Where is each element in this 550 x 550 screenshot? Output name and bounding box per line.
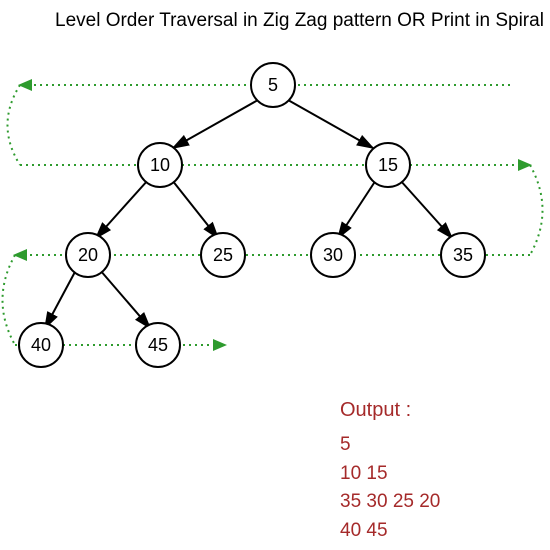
tree-node: 30 [310,232,356,278]
tree-node: 25 [200,232,246,278]
tree-node: 15 [365,142,411,188]
tree-node-root: 5 [250,62,296,108]
tree-node: 40 [18,322,64,368]
tree-node: 45 [135,322,181,368]
tree-node: 35 [440,232,486,278]
tree-node: 20 [65,232,111,278]
tree-node: 10 [137,142,183,188]
